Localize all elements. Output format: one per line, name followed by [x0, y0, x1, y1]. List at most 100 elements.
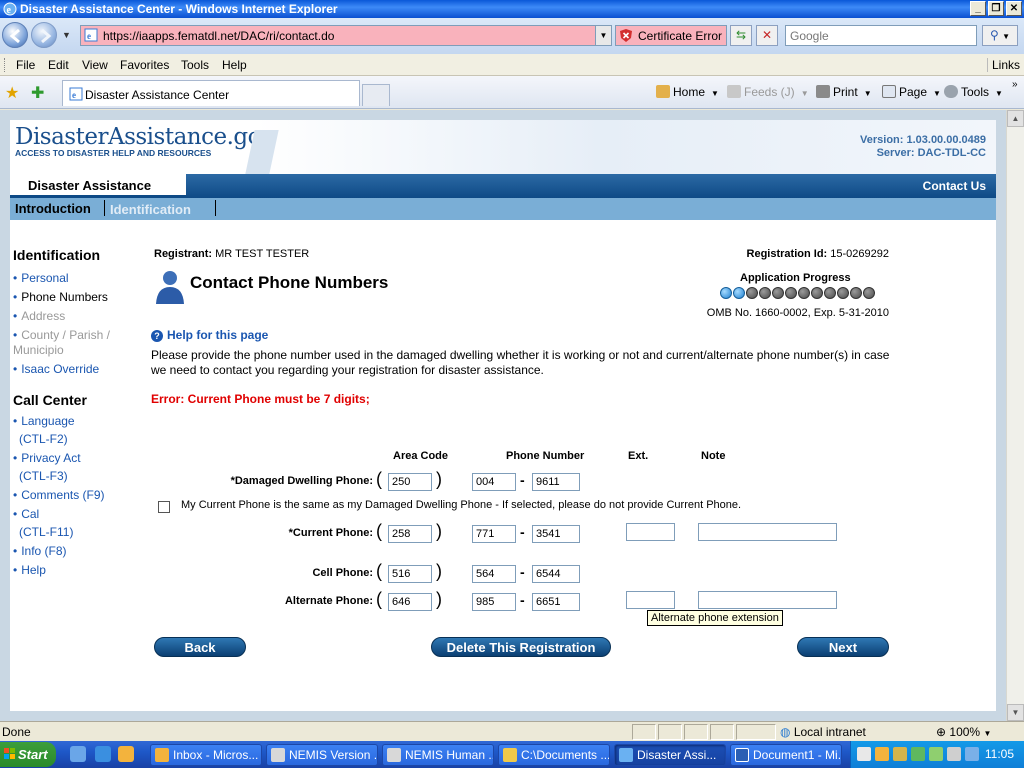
sidebar-item-personal[interactable]: • Personal — [13, 271, 69, 285]
sidebar-item-language[interactable]: • Language — [13, 414, 75, 428]
sidebar-item-cal[interactable]: • Cal — [13, 507, 39, 521]
contact-us-link[interactable]: Contact Us — [923, 179, 986, 193]
column-ext: Ext. — [628, 450, 649, 462]
quicklaunch-desktop-icon[interactable] — [70, 746, 86, 762]
scroll-up-icon[interactable]: ▲ — [1007, 110, 1024, 127]
new-tab-button[interactable] — [362, 84, 390, 106]
maximize-button[interactable]: ❐ — [988, 1, 1004, 16]
back-button[interactable]: Back — [154, 637, 246, 657]
nemis-hs-icon — [387, 748, 401, 762]
quicklaunch-ie-icon[interactable] — [95, 746, 111, 762]
sidebar-item-language-shortcut[interactable]: (CTL-F2) — [19, 432, 68, 446]
damaged-line-input[interactable] — [532, 473, 580, 491]
site-logo[interactable]: DisasterAssistance.gov ACCESS TO DISASTE… — [15, 124, 274, 158]
cell-prefix-input[interactable] — [472, 565, 516, 583]
tab-disaster-assistance-center[interactable]: e Disaster Assistance Center — [62, 80, 360, 106]
mail-tray-icon[interactable] — [857, 747, 871, 761]
scroll-down-icon[interactable]: ▼ — [1007, 704, 1024, 721]
antivirus-tray-icon[interactable] — [929, 747, 943, 761]
feeds-button[interactable]: Feeds (J) ▼ — [727, 85, 809, 99]
forward-nav-button[interactable] — [31, 22, 57, 48]
menu-help[interactable]: Help — [222, 58, 247, 72]
address-dropdown-icon[interactable]: ▼ — [595, 26, 611, 45]
sidebar-item-privacy-act[interactable]: • Privacy Act — [13, 451, 81, 465]
task-inbox[interactable]: Inbox - Micros... — [150, 744, 262, 766]
outlook-tray-icon[interactable] — [875, 747, 889, 761]
tools-menu-button[interactable]: Tools ▼ — [944, 85, 1003, 99]
security-tray-icon[interactable] — [893, 747, 907, 761]
cell-line-input[interactable] — [532, 565, 580, 583]
volume-tray-icon[interactable] — [947, 747, 961, 761]
alternate-area-code-input[interactable] — [388, 593, 432, 611]
next-button[interactable]: Next — [797, 637, 889, 657]
task-document1[interactable]: Document1 - Mi... — [730, 744, 842, 766]
sidebar-item-comments[interactable]: • Comments (F9) — [13, 488, 105, 502]
home-button[interactable]: Home ▼ — [656, 85, 719, 99]
alternate-note-input[interactable] — [698, 591, 837, 609]
connection-tray-icon[interactable] — [965, 747, 979, 761]
favorites-star-icon[interactable]: ★ — [5, 83, 19, 103]
sidebar-item-info[interactable]: • Info (F8) — [13, 544, 67, 558]
alternate-line-input[interactable] — [532, 593, 580, 611]
page-menu-button[interactable]: Page ▼ — [882, 85, 941, 99]
menu-file[interactable]: File — [16, 58, 35, 72]
alternate-prefix-input[interactable] — [472, 593, 516, 611]
damaged-area-code-input[interactable] — [388, 473, 432, 491]
search-input[interactable]: Google — [785, 25, 977, 46]
back-nav-button[interactable] — [2, 22, 28, 48]
alternate-ext-input[interactable] — [626, 591, 675, 609]
sidebar-item-isaac-override[interactable]: • Isaac Override — [13, 362, 99, 376]
close-window-button[interactable]: ✕ — [1006, 1, 1022, 16]
add-favorite-icon[interactable]: ✚ — [31, 83, 44, 103]
task-nemis-human[interactable]: NEMIS Human ... — [382, 744, 494, 766]
vertical-scrollbar[interactable]: ▲ ▼ — [1006, 110, 1024, 721]
sidebar-item-privacy-shortcut[interactable]: (CTL-F3) — [19, 469, 68, 483]
certificate-error-button[interactable]: Certificate Error — [615, 25, 727, 46]
task-disaster-assistance[interactable]: Disaster Assi... — [614, 744, 726, 766]
links-toolbar[interactable]: Links — [986, 58, 1020, 72]
address-toolbar: ▼ e https://iaapps.fematdl.net/DAC/ri/co… — [0, 18, 1024, 54]
current-area-code-input[interactable] — [388, 525, 432, 543]
status-segment — [632, 724, 656, 740]
menu-tools[interactable]: Tools — [181, 58, 209, 72]
subnav-identification[interactable]: Identification — [110, 202, 191, 217]
menu-view[interactable]: View — [82, 58, 108, 72]
help-link[interactable]: ? Help for this page — [151, 328, 268, 342]
search-button[interactable]: ⚲ ▼ — [982, 25, 1018, 46]
chevron-more-icon[interactable]: » — [1012, 79, 1018, 90]
sidebar-item-cal-shortcut[interactable]: (CTL-F11) — [19, 525, 73, 539]
stop-button[interactable]: ✕ — [756, 25, 778, 46]
network-tray-icon[interactable] — [911, 747, 925, 761]
current-prefix-input[interactable] — [472, 525, 516, 543]
current-line-input[interactable] — [532, 525, 580, 543]
damaged-prefix-input[interactable] — [472, 473, 516, 491]
start-button[interactable]: Start — [0, 742, 56, 767]
print-button[interactable]: Print ▼ — [816, 85, 872, 99]
tab-page-icon: e — [69, 87, 83, 101]
zoom-level[interactable]: ⊕ 100% ▼ — [936, 725, 991, 739]
shield-error-icon — [620, 29, 632, 42]
quicklaunch-outlook-icon[interactable] — [118, 746, 134, 762]
menu-favorites[interactable]: Favorites — [120, 58, 169, 72]
refresh-button[interactable]: ⇆ — [730, 25, 752, 46]
security-zone[interactable]: ◍ Local intranet — [780, 725, 866, 739]
delete-registration-button[interactable]: Delete This Registration — [431, 637, 611, 657]
task-documents[interactable]: C:\Documents ... — [498, 744, 610, 766]
history-dropdown-icon[interactable]: ▼ — [62, 30, 71, 40]
subnav-introduction[interactable]: Introduction — [15, 201, 91, 216]
minimize-button[interactable]: _ — [970, 1, 986, 16]
dash: - — [520, 564, 525, 580]
current-ext-input[interactable] — [626, 523, 675, 541]
menu-edit[interactable]: Edit — [48, 58, 69, 72]
sidebar-item-phone-numbers[interactable]: • Phone Numbers — [13, 290, 108, 304]
subnav-separator — [215, 200, 216, 216]
page-icon: e — [84, 28, 98, 42]
address-field[interactable]: e https://iaapps.fematdl.net/DAC/ri/cont… — [80, 25, 612, 46]
same-as-damaged-checkbox[interactable] — [158, 501, 170, 513]
current-note-input[interactable] — [698, 523, 837, 541]
sidebar-item-help[interactable]: • Help — [13, 563, 46, 577]
cell-area-code-input[interactable] — [388, 565, 432, 583]
task-nemis-version[interactable]: NEMIS Version ... — [266, 744, 378, 766]
tab-disaster-assistance[interactable]: Disaster Assistance — [10, 174, 186, 198]
taskbar: Start Inbox - Micros... NEMIS Version ..… — [0, 741, 1024, 768]
